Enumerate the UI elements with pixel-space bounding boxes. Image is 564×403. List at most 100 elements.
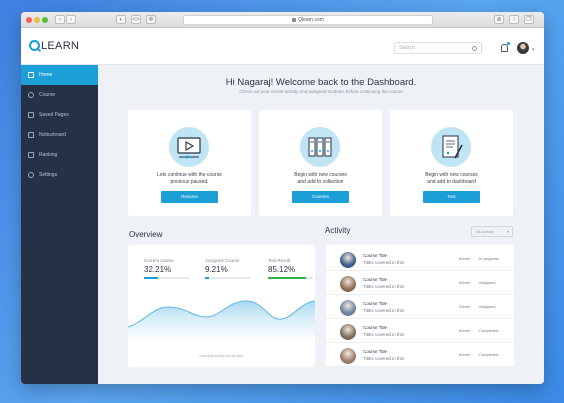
minimize-window-button[interactable] [34,17,40,23]
settings-icon [28,172,34,178]
maximize-window-button[interactable] [42,17,48,23]
stat-label: Assigned Course [205,258,240,263]
main-content: Hi Nagaraj! Welcome back to the Dashboar… [98,65,544,384]
card-text: Begin with new courses and add to dashbo… [390,172,513,186]
gear-icon[interactable]: ✲ [146,15,156,24]
lock-icon [292,17,297,22]
progress-fill [205,277,210,279]
logo[interactable]: LEARN [29,40,79,52]
activity-title: Activity [325,226,351,235]
sidebar-item-noticeboard[interactable]: Noticeboard [21,125,98,145]
video-player-icon [169,127,209,167]
noticeboard-icon [28,132,34,138]
progress-bar [205,277,250,279]
course-subtitle: Titles covered in this [363,356,404,361]
course-icon [28,92,34,98]
document-pen-icon [431,127,471,167]
course-title: Course Title [363,325,388,330]
sidebar-item-saved-pages[interactable]: Saved Pages [21,105,98,125]
page-subtitle: Check out your recent activity and assig… [239,89,403,94]
avatar[interactable] [517,42,529,54]
stat-current-course: Current course 32.21% [144,258,189,279]
stat-test-result: Test Result 85.12% [268,258,313,279]
status-badge: In progress [479,256,500,261]
activity-row[interactable]: Course Title Titles covered in this 30min A… [326,271,514,295]
area-fill [128,301,315,337]
course-duration: 60min [459,328,470,333]
course-title: Course Title [363,253,388,258]
download-icon[interactable]: ⊕ [494,15,504,24]
activity-row[interactable]: Course Title Titles covered in this 20min A… [326,295,514,319]
page-title: Hi Nagaraj! Welcome back to the Dashboar… [225,77,417,88]
ranking-icon [28,152,34,158]
share-icon[interactable]: ↑ [509,15,519,24]
binders-icon [300,127,340,167]
forward-icon[interactable]: › [66,15,76,24]
search-placeholder: Search [399,45,415,51]
course-duration: 60min [459,352,470,357]
overview-title: Overview [129,230,163,239]
chevron-down-icon: ▾ [506,229,509,234]
back-icon[interactable]: ‹ [55,15,65,24]
test-button[interactable]: Test [423,191,480,203]
course-subtitle: Titles covered in this [363,284,404,289]
card-text-line: previous paused. [170,179,209,185]
card-text-line: and add to collection [297,179,344,185]
close-window-button[interactable] [26,17,32,23]
chevron-down-icon[interactable]: ▾ [532,47,535,53]
sidebar-item-course[interactable]: Course [21,85,98,105]
course-subtitle: Titles covered in this [363,332,404,337]
search-icon[interactable] [472,46,477,51]
status-badge: Completed [479,352,499,357]
course-subtitle: Titles covered in this [363,260,404,265]
url-text: Qlearn.com [298,17,324,23]
status-badge: Assigned [479,280,496,285]
course-thumbnail [340,252,356,268]
activity-filter-value: All Activity [476,229,495,234]
progress-fill [268,277,307,279]
app-header: LEARN Search ▾ [21,28,544,65]
logo-text: LEARN [41,40,80,52]
code-icon[interactable]: <> [131,15,141,24]
sidebar: Home Course Saved Pages Noticeboard Rank… [21,65,98,384]
card-text-line: and add to dashboard [427,179,476,185]
sidebar-item-label: Saved Pages [39,112,69,118]
search-input[interactable]: Search [394,42,482,54]
course-subtitle: Titles covered in this [363,308,404,313]
sidebar-item-label: Ranking [39,152,58,158]
course-duration: 20min [459,304,470,309]
courses-button[interactable]: Courses [292,191,349,203]
course-duration: 30min [459,280,470,285]
browser-toolbar: ‹ › ◐ <> ✲ Qlearn.com ⊕ ↑ ❐ [21,12,544,28]
notification-bell-icon[interactable] [501,42,510,52]
sidebar-item-label: Noticeboard [39,132,66,138]
resume-button[interactable]: Resume [161,191,218,203]
status-badge: Completed [479,328,499,333]
chart-caption: Learning activity for the year [199,354,244,358]
activity-panel: Course Title Titles covered in this 60min I… [326,245,514,367]
course-thumbnail [340,300,356,316]
card-text-line: Lets continue with the course [157,172,222,178]
card-text-line: Begin with new courses [425,172,478,178]
course-thumbnail [340,348,356,364]
activity-row[interactable]: Course Title Titles covered in this 60min C… [326,319,514,343]
stat-label: Current course [144,258,174,263]
activity-filter-select[interactable]: All Activity ▾ [471,226,513,237]
course-thumbnail [340,276,356,292]
sidebar-item-ranking[interactable]: Ranking [21,145,98,165]
activity-row[interactable]: Course Title Titles covered in this 60min I… [326,247,514,271]
status-badge: Assigned [479,304,496,309]
stat-assigned-course: Assigned Course 9.21% [205,258,250,279]
stat-value: 9.21% [205,265,228,274]
stat-value: 85.12% [268,265,296,274]
sidebar-item-home[interactable]: Home [21,65,98,85]
sidebar-item-settings[interactable]: Settings [21,165,98,185]
extension-icon[interactable]: ◐ [116,15,126,24]
test-card: Begin with new courses and add to dashbo… [390,110,513,216]
course-duration: 60min [459,256,470,261]
address-bar[interactable]: Qlearn.com [183,15,433,25]
activity-row[interactable]: Course Title Titles covered in this 60min C… [326,343,514,367]
sidebar-item-label: Course [39,92,56,98]
tabs-icon[interactable]: ❐ [524,15,534,24]
course-thumbnail [340,324,356,340]
